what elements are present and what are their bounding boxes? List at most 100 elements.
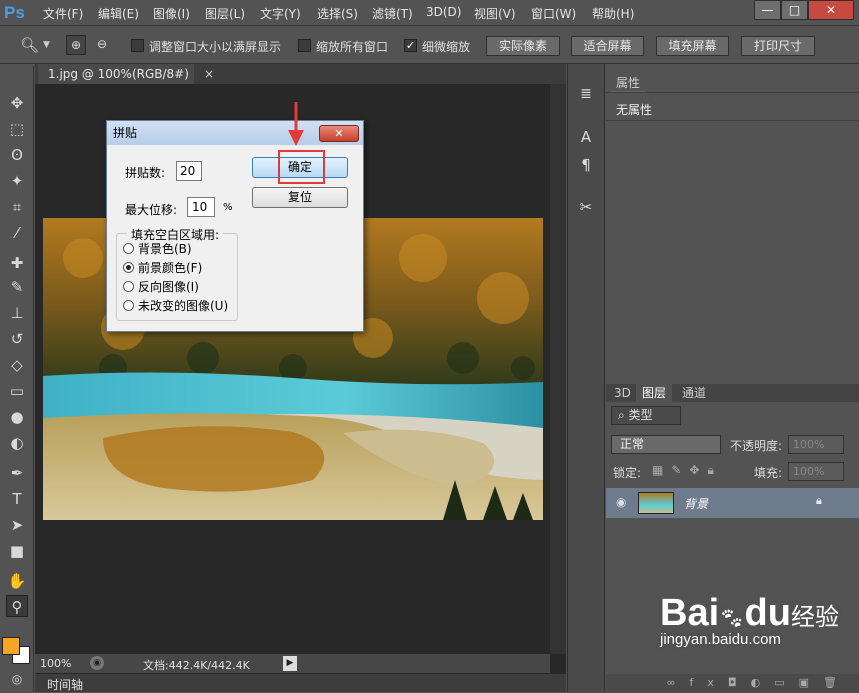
radio-unaltered-label[interactable]: 未改变的图像(U) bbox=[138, 297, 228, 314]
print-size-button[interactable]: 打印尺寸 bbox=[741, 36, 815, 56]
clone-stamp-icon[interactable]: ⊥ bbox=[6, 302, 28, 324]
watermark-brand: Bai bbox=[660, 592, 720, 634]
zoom-in-icon[interactable]: ⊕ bbox=[66, 35, 86, 55]
type-tool-icon[interactable]: T bbox=[6, 488, 28, 510]
move-tool-icon[interactable]: ✥ bbox=[6, 92, 28, 114]
vertical-scrollbar[interactable] bbox=[550, 84, 566, 654]
dialog-close-button[interactable]: ✕ bbox=[319, 125, 359, 142]
visibility-eye-icon[interactable]: ◉ bbox=[616, 495, 626, 509]
fill-screen-button[interactable]: 填充屏幕 bbox=[656, 36, 729, 56]
shape-tool-icon[interactable]: ■ bbox=[6, 540, 28, 562]
tool-presets-icon[interactable]: ✂ bbox=[576, 198, 596, 218]
lasso-tool-icon[interactable]: ʘ bbox=[6, 144, 28, 166]
properties-tab[interactable]: 属性 bbox=[610, 74, 647, 92]
healing-brush-icon[interactable]: ✚ bbox=[6, 252, 28, 274]
status-menu-arrow-icon[interactable]: ▶ bbox=[283, 656, 297, 671]
timeline-panel: 时间轴 bbox=[35, 674, 566, 692]
menu-filter[interactable]: 滤镜(T) bbox=[372, 5, 413, 22]
foreground-color-front bbox=[2, 637, 20, 655]
maximize-button[interactable]: □ bbox=[781, 0, 808, 20]
watermark-brand2: du bbox=[744, 592, 791, 634]
reset-button[interactable]: 复位 bbox=[252, 187, 348, 208]
menu-layer[interactable]: 图层(L) bbox=[205, 5, 245, 22]
layer-name[interactable]: 背景 bbox=[684, 495, 708, 512]
menu-type[interactable]: 文字(Y) bbox=[260, 5, 301, 22]
dodge-tool-icon[interactable]: ◐ bbox=[6, 432, 28, 454]
menu-help[interactable]: 帮助(H) bbox=[592, 5, 634, 22]
opacity-field[interactable]: 100% bbox=[788, 435, 844, 454]
paragraph-style-icon[interactable]: ≣ bbox=[576, 86, 596, 106]
zoom-all-label: 缩放所有窗口 bbox=[316, 40, 389, 54]
history-brush-icon[interactable]: ↺ bbox=[6, 328, 28, 350]
zoom-tool-icon[interactable]: 🔍︎ bbox=[20, 36, 40, 56]
resize-windows-checkbox[interactable] bbox=[131, 39, 144, 52]
radio-background-label[interactable]: 背景色(B) bbox=[138, 240, 192, 257]
timeline-tab[interactable]: 时间轴 bbox=[47, 676, 83, 693]
actual-pixels-button[interactable]: 实际像素 bbox=[486, 36, 560, 56]
menu-file[interactable]: 文件(F) bbox=[43, 5, 83, 22]
scrubby-zoom-checkbox[interactable]: ✓ bbox=[404, 39, 417, 52]
resize-windows-label: 调整窗口大小以满屏显示 bbox=[149, 40, 282, 54]
radio-background[interactable] bbox=[123, 243, 134, 254]
annotation-arrow-icon bbox=[288, 102, 304, 146]
status-info-icon[interactable]: ◉ bbox=[90, 656, 104, 670]
menu-3d[interactable]: 3D(D) bbox=[426, 5, 461, 19]
baidu-watermark: Bai🐾︎du经验 jingyan.baidu.com bbox=[660, 592, 839, 648]
tab-channels[interactable]: 通道 bbox=[676, 384, 712, 402]
tiles-input[interactable]: 20 bbox=[176, 161, 202, 181]
menu-edit[interactable]: 编辑(E) bbox=[98, 5, 139, 22]
blend-mode-select[interactable]: 正常 bbox=[611, 435, 721, 454]
menu-select[interactable]: 选择(S) bbox=[317, 5, 358, 22]
ok-button-highlight bbox=[278, 150, 325, 184]
blur-tool-icon[interactable]: ● bbox=[6, 406, 28, 428]
hand-tool-icon[interactable]: ✋ bbox=[6, 570, 28, 592]
brush-tool-icon[interactable]: ✎ bbox=[6, 276, 28, 298]
document-tab-title: 1.jpg @ 100%(RGB/8#) bbox=[48, 67, 189, 81]
zoom-out-icon[interactable]: ⊖ bbox=[92, 35, 112, 55]
marquee-tool-icon[interactable]: ⬚ bbox=[6, 118, 28, 140]
close-button[interactable]: ✕ bbox=[808, 0, 854, 20]
minimize-button[interactable]: — bbox=[754, 0, 781, 20]
paragraph-icon[interactable]: ¶ bbox=[576, 156, 596, 176]
character-icon[interactable]: A bbox=[576, 128, 596, 148]
menu-image[interactable]: 图像(I) bbox=[153, 5, 190, 22]
layer-row-background[interactable]: ◉ 背景 🔒︎ bbox=[606, 488, 859, 518]
gradient-tool-icon[interactable]: ▭ bbox=[6, 380, 28, 402]
radio-inverse-label[interactable]: 反向图像(I) bbox=[138, 278, 199, 295]
lock-icon: 🔒︎ bbox=[816, 494, 822, 507]
radio-inverse[interactable] bbox=[123, 281, 134, 292]
crop-tool-icon[interactable]: ⌗ bbox=[6, 196, 28, 218]
fit-screen-button[interactable]: 适合屏幕 bbox=[571, 36, 644, 56]
offset-input[interactable]: 10 bbox=[187, 197, 215, 217]
eyedropper-icon[interactable]: ⁄ bbox=[6, 222, 28, 244]
search-icon: ⌕ bbox=[618, 408, 629, 422]
paw-icon: 🐾︎ bbox=[719, 608, 745, 630]
zoom-tool-active-icon[interactable]: ⚲ bbox=[6, 595, 28, 617]
document-tab[interactable]: 1.jpg @ 100%(RGB/8#) × bbox=[38, 64, 214, 84]
fill-field[interactable]: 100% bbox=[788, 462, 844, 481]
eraser-icon[interactable]: ◇ bbox=[6, 354, 28, 376]
fill-label: 填充: bbox=[754, 466, 783, 480]
radio-foreground-label[interactable]: 前景颜色(F) bbox=[138, 259, 202, 276]
tab-layers[interactable]: 图层 bbox=[636, 384, 673, 402]
path-select-icon[interactable]: ➤ bbox=[6, 514, 28, 536]
tab-3d[interactable]: 3D bbox=[608, 384, 637, 402]
layer-kind-filter[interactable]: ⌕ 类型 bbox=[611, 406, 681, 425]
offset-unit: % bbox=[223, 202, 233, 213]
radio-foreground[interactable] bbox=[123, 262, 134, 273]
radio-unaltered[interactable] bbox=[123, 300, 134, 311]
menu-view[interactable]: 视图(V) bbox=[474, 5, 516, 22]
menu-window[interactable]: 窗口(W) bbox=[531, 5, 576, 22]
opacity-label: 不透明度: bbox=[730, 439, 783, 453]
pen-tool-icon[interactable]: ✒ bbox=[6, 462, 28, 484]
layer-thumbnail bbox=[638, 492, 674, 514]
quick-mask-icon[interactable]: ◎ bbox=[6, 668, 28, 690]
magic-wand-icon[interactable]: ✦ bbox=[6, 170, 28, 192]
layers-footer-icons[interactable]: ∞fx◘◐▭▣🗑︎ bbox=[606, 674, 859, 692]
watermark-cn: 经验 bbox=[790, 604, 839, 631]
zoom-all-checkbox[interactable] bbox=[298, 39, 311, 52]
lock-icons[interactable]: ▦✎✥🔒︎ bbox=[652, 463, 722, 478]
close-tab-icon[interactable]: × bbox=[204, 64, 214, 84]
zoom-level[interactable]: 100% bbox=[40, 657, 71, 670]
chevron-down-icon[interactable]: ▼ bbox=[43, 40, 53, 50]
